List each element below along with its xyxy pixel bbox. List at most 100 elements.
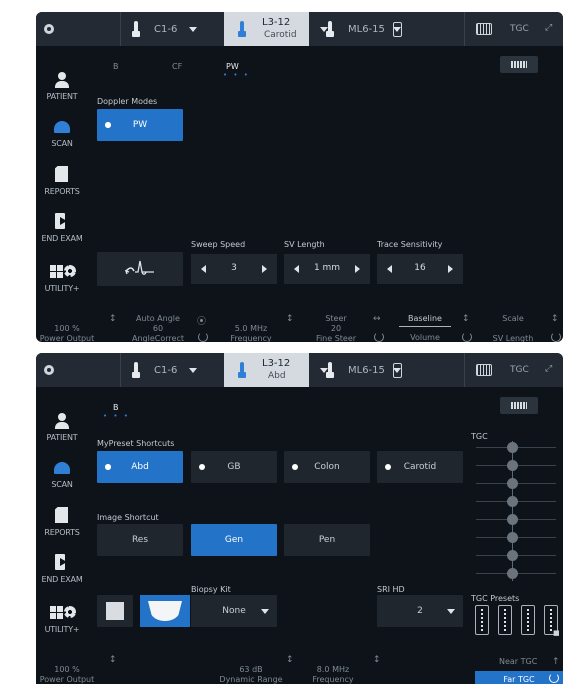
probe-c1-6[interactable]: C1-6 xyxy=(132,12,198,46)
knob-value: Steer xyxy=(325,314,347,323)
tgc-knob[interactable] xyxy=(507,514,518,525)
sidebar-item-end-exam[interactable]: END EXAM xyxy=(36,204,88,248)
tgc-knob[interactable] xyxy=(507,460,518,471)
device-icon[interactable] xyxy=(393,22,402,37)
tab-cf[interactable]: CF xyxy=(172,62,182,71)
arrow-right-icon[interactable] xyxy=(262,265,267,273)
sweep-speed-stepper[interactable]: 3 xyxy=(191,254,277,284)
far-tgc-button[interactable]: Far TGC xyxy=(475,671,563,684)
disk-icon[interactable] xyxy=(44,24,54,34)
radio-icon xyxy=(385,464,391,470)
button-label: Far TGC xyxy=(503,675,535,684)
sidebar-item-label: PATIENT xyxy=(46,92,78,101)
shortcut-pen-button[interactable]: Pen xyxy=(284,524,370,556)
tgc-knob[interactable] xyxy=(507,568,518,579)
probe-view-button[interactable] xyxy=(140,595,190,627)
arrow-right-icon[interactable] xyxy=(448,265,453,273)
chevron-down-icon[interactable] xyxy=(189,367,198,373)
tgc-label[interactable]: TGC xyxy=(510,365,529,375)
tgc-knob[interactable] xyxy=(507,550,518,561)
sidebar-item-utility[interactable]: UTILITY+ xyxy=(36,254,88,298)
sidebar-item-label: END EXAM xyxy=(41,234,83,243)
tgc-knob[interactable] xyxy=(507,478,518,489)
dynamic-range-knob[interactable]: 63 dB Dynamic Range xyxy=(219,665,283,684)
expand-icon[interactable]: ⤢ xyxy=(545,23,555,33)
preset-abd-button[interactable]: Abd xyxy=(97,451,183,483)
fine-steer-knob[interactable]: Steer 20 Fine Steer xyxy=(304,314,368,342)
select-value: None xyxy=(222,606,246,616)
doppler-trace-button[interactable] xyxy=(97,252,183,286)
tab-b[interactable]: B xyxy=(113,62,119,71)
frequency-knob[interactable]: 8.0 MHz Frequency xyxy=(301,665,365,684)
probe-icon xyxy=(238,362,246,378)
shortcut-res-button[interactable]: Res xyxy=(97,524,183,556)
keyboard-icon[interactable] xyxy=(476,364,492,376)
person-icon xyxy=(55,413,69,429)
sweep-speed-title: Sweep Speed xyxy=(191,240,246,249)
preset-colon-button[interactable]: Colon xyxy=(284,451,370,483)
keyboard-icon[interactable] xyxy=(476,23,492,35)
tgc-knob[interactable] xyxy=(507,496,518,507)
tab-pw[interactable]: PW xyxy=(226,62,239,71)
sidebar-item-reports[interactable]: REPORTS xyxy=(36,498,88,542)
button-label: Colon xyxy=(314,462,340,472)
device-icon[interactable] xyxy=(393,363,402,378)
sidebar-item-reports[interactable]: REPORTS xyxy=(36,157,88,201)
power-output-knob[interactable]: 100 % Power Output xyxy=(36,324,98,342)
tgc-preset-1[interactable] xyxy=(475,605,489,635)
sidebar-item-patient[interactable]: PATIENT xyxy=(36,62,88,106)
tgc-preset-2[interactable] xyxy=(498,605,512,635)
power-output-knob[interactable]: 100 % Power Output xyxy=(36,665,98,684)
keyboard-grid-button[interactable] xyxy=(500,397,538,414)
near-tgc-label[interactable]: Near TGC xyxy=(499,657,537,666)
disk-icon[interactable] xyxy=(44,365,54,375)
trace-sensitivity-title: Trace Sensitivity xyxy=(377,240,443,249)
tgc-knob[interactable] xyxy=(507,442,518,453)
knob-value: 20 xyxy=(330,324,342,333)
probe-ml6-15[interactable]: ML6-15 xyxy=(326,353,401,387)
probe-icon xyxy=(238,21,246,37)
angle-correct-knob[interactable]: Auto Angle 60 AngleCorrect xyxy=(126,314,190,342)
tgc-knob[interactable] xyxy=(507,532,518,543)
trace-sensitivity-stepper[interactable]: 16 xyxy=(377,254,463,284)
select-value: 2 xyxy=(417,606,423,616)
sidebar-item-end-exam[interactable]: END EXAM xyxy=(36,545,88,589)
up-down-icon: ↕ xyxy=(286,314,294,324)
probe-label: C1-6 xyxy=(154,23,178,35)
mypreset-title: MyPreset Shortcuts xyxy=(97,439,175,448)
keyboard-grid-button[interactable] xyxy=(500,56,538,73)
sidebar-item-utility[interactable]: UTILITY+ xyxy=(36,595,88,639)
scale-sv-length-knob[interactable]: Scale SV Length xyxy=(481,314,545,342)
button-label: Gen xyxy=(224,535,244,545)
shortcut-gen-button[interactable]: Gen xyxy=(191,524,277,556)
white-frame-button[interactable] xyxy=(97,595,133,627)
radio-icon xyxy=(199,464,205,470)
probe-l3-12[interactable]: L3-12 Abd xyxy=(224,353,309,387)
tgc-label[interactable]: TGC xyxy=(510,24,529,34)
sidebar-item-scan[interactable]: SCAN xyxy=(36,450,88,494)
sv-length-stepper[interactable]: 1 mm xyxy=(284,254,370,284)
pw-mode-button[interactable]: PW xyxy=(97,109,183,141)
probe-ml6-15[interactable]: ML6-15 xyxy=(326,12,401,46)
sidebar-item-label: SCAN xyxy=(51,480,73,489)
biopsy-kit-select[interactable]: None xyxy=(191,595,277,627)
tab-b[interactable]: B xyxy=(113,403,119,412)
knob-value: Scale xyxy=(502,314,524,323)
frequency-knob[interactable]: 5.0 MHz Frequency xyxy=(219,324,283,342)
sri-hd-select[interactable]: 2 xyxy=(377,595,463,627)
sidebar-item-scan[interactable]: SCAN xyxy=(36,109,88,153)
probe-l3-12[interactable]: L3-12 Carotid xyxy=(224,12,309,46)
divider xyxy=(464,353,465,387)
sidebar-item-patient[interactable]: PATIENT xyxy=(36,403,88,447)
up-down-icon: ↕ xyxy=(286,655,294,665)
baseline-volume-knob[interactable]: Baseline Volume xyxy=(393,314,457,342)
scan-icon xyxy=(54,121,70,133)
preset-carotid-button[interactable]: Carotid xyxy=(377,451,463,483)
preset-gb-button[interactable]: GB xyxy=(191,451,277,483)
square-icon xyxy=(106,602,124,620)
expand-icon[interactable]: ⤢ xyxy=(545,364,555,374)
chevron-down-icon[interactable] xyxy=(189,26,198,32)
tgc-preset-3[interactable] xyxy=(521,605,535,635)
probe-c1-6[interactable]: C1-6 xyxy=(132,353,198,387)
arrow-right-icon[interactable] xyxy=(355,265,360,273)
